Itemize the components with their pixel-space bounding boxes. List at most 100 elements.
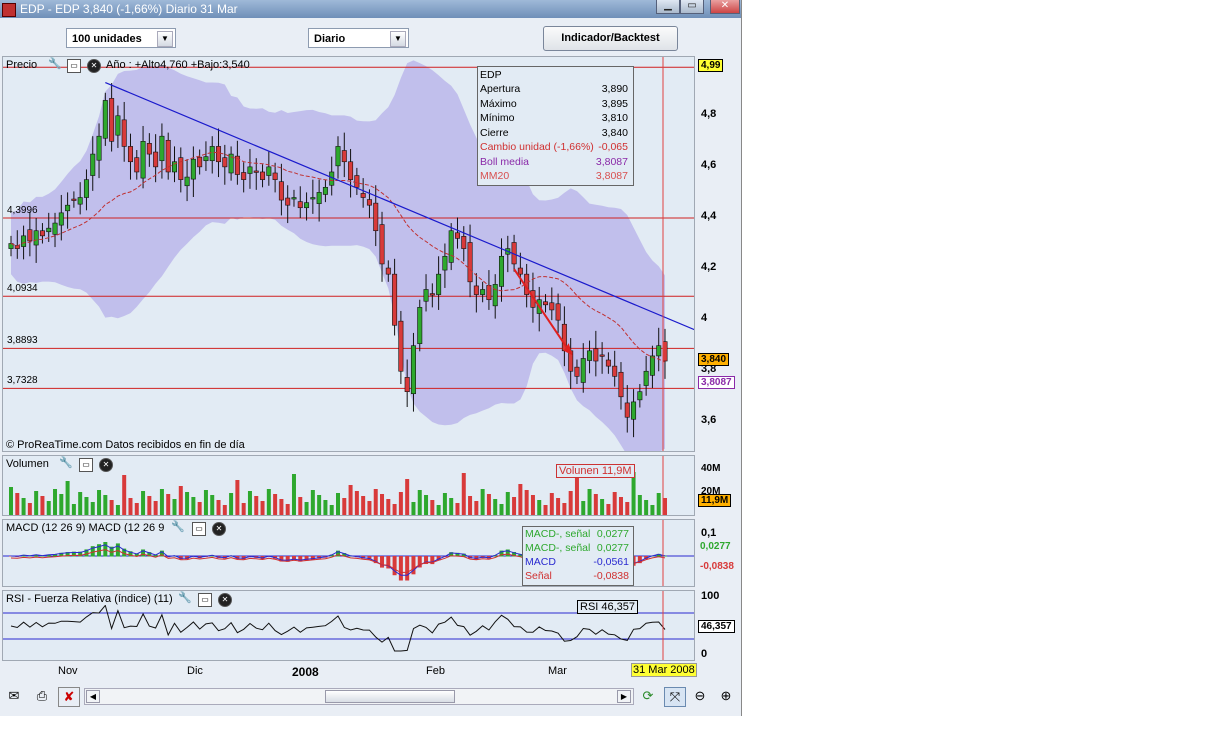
top-price-tag: 4,99	[698, 59, 724, 73]
units-select[interactable]: 100 unidades ▼	[66, 28, 176, 48]
macd-tick: 0,1	[701, 527, 717, 539]
minimize-button[interactable]: ▁	[656, 0, 680, 14]
macd-row: MACD -0,0561	[525, 556, 631, 568]
info-label: Cambio unidad (-1,66%)	[480, 141, 594, 153]
volume-bar	[405, 479, 410, 515]
mail-icon[interactable]: ✉	[4, 687, 24, 705]
volume-bar	[336, 493, 340, 515]
volume-bar	[27, 503, 32, 515]
printer-icon[interactable]: ⎙	[32, 687, 52, 705]
candle-body	[360, 193, 366, 198]
volume-bar	[273, 494, 278, 515]
refresh-icon[interactable]: ⟳	[638, 687, 658, 705]
volume-bar	[9, 487, 13, 515]
volume-bar	[618, 497, 623, 515]
window-icon[interactable]: ▭	[79, 458, 93, 472]
volume-bar	[530, 495, 535, 515]
candle-body	[366, 199, 372, 206]
scroll-left-icon[interactable]: ◀	[86, 690, 100, 703]
price-tick: 4,2	[701, 261, 717, 274]
volume-bar	[354, 491, 359, 515]
volume-panel[interactable]: Volumen 🔧 ▭ ✕ Volunen 11,9M	[2, 455, 695, 516]
window-icon[interactable]: ▭	[192, 522, 206, 536]
candle-body	[253, 170, 259, 173]
volume-bar	[449, 498, 454, 515]
rsi-last-tag: 46,357	[698, 620, 735, 633]
x-label-dic: Dic	[187, 665, 203, 677]
macd-row: MACD-, señal 0,0277	[525, 542, 631, 554]
support-line-label: 4,0934	[7, 283, 38, 295]
wrench-icon[interactable]: 🔧	[171, 522, 185, 534]
last-price-tag: 3,840	[698, 353, 730, 367]
rsi-tick-100: 100	[701, 590, 720, 602]
candle-body	[39, 230, 45, 237]
info-value: 3,890	[601, 83, 628, 95]
volume-bar	[71, 504, 76, 515]
candle-body	[209, 146, 215, 162]
zoom-out-icon[interactable]: ⊖	[690, 687, 710, 705]
candle-body	[574, 366, 580, 377]
indicator-backtest-button[interactable]: Indicador/Backtest	[543, 26, 678, 51]
close-button[interactable]: ✕	[710, 0, 740, 14]
wrench-icon[interactable]: 🔧	[48, 59, 62, 71]
price-y-axis: 4,8 4,6 4,4 4,2 4 3,8 3,6	[695, 56, 741, 452]
volume-bar	[178, 486, 183, 515]
chevron-down-icon[interactable]: ▼	[157, 31, 173, 47]
close-panel-icon[interactable]: ✕	[212, 522, 226, 536]
volume-panel-title: Volumen	[6, 458, 49, 470]
zoom-in-icon[interactable]: ⊕	[716, 687, 736, 705]
macd-label: MACD-, señal	[525, 528, 591, 540]
maximize-button[interactable]: ▭	[680, 0, 704, 14]
candle-body	[354, 175, 360, 188]
volume-bar	[442, 493, 447, 515]
rsi-line	[10, 604, 666, 652]
volume-bar	[304, 502, 309, 515]
close-panel-icon[interactable]: ✕	[218, 593, 232, 607]
volume-bar	[285, 504, 290, 515]
macd-row: Señal -0,0838	[525, 570, 631, 582]
volume-bar	[203, 490, 208, 515]
period-select[interactable]: Diario ▼	[308, 28, 409, 48]
macd-y-axis: 0,1	[695, 519, 741, 587]
price-info-box: EDP Apertura 3,890 Máximo 3,895 Mínimo 3,810 C…	[477, 66, 634, 186]
macd-hist-tag: 0,0277	[700, 541, 731, 552]
candle-body	[52, 222, 58, 235]
volume-bar	[468, 496, 473, 515]
volume-bar	[380, 494, 385, 515]
candle-body	[448, 230, 454, 263]
scroll-right-icon[interactable]: ▶	[617, 690, 631, 703]
candle-body	[304, 202, 310, 209]
volume-bar	[461, 473, 466, 515]
volume-bar	[631, 472, 636, 515]
boll-media-tag: 3,8087	[698, 375, 735, 389]
wrench-icon[interactable]: 🔧	[59, 458, 73, 470]
scroll-thumb[interactable]	[325, 690, 455, 703]
candle-body	[649, 355, 655, 376]
volume-bar	[65, 481, 70, 515]
candle-body	[385, 267, 391, 275]
window-icon[interactable]: ▭	[198, 593, 212, 607]
volume-bar	[637, 495, 642, 515]
zoom-fit-icon[interactable]: ⤧	[664, 687, 686, 707]
volume-bar	[310, 490, 315, 515]
cancel-order-icon[interactable]: ✘	[58, 687, 80, 707]
horizontal-scrollbar[interactable]: ◀ ▶	[84, 688, 634, 705]
data-source-footer: © ProReaTime.com Datos recibidos en fin …	[6, 439, 245, 451]
units-value: 100 unidades	[72, 33, 142, 45]
volume-bar	[417, 490, 422, 515]
candle-body	[71, 198, 77, 201]
candle-body	[222, 157, 228, 168]
candle-body	[624, 402, 630, 418]
wrench-icon[interactable]: 🔧	[178, 593, 192, 605]
chevron-down-icon[interactable]: ▼	[390, 31, 406, 47]
close-panel-icon[interactable]: ✕	[99, 458, 113, 472]
window-icon[interactable]: ▭	[67, 59, 81, 73]
info-label: Boll media	[480, 155, 530, 168]
volume-bar	[474, 501, 479, 515]
rsi-panel[interactable]: RSI - Fuerza Relativa (índice) (11) 🔧 ▭ …	[2, 590, 695, 661]
volume-bar	[115, 505, 120, 515]
volume-bar	[260, 501, 265, 515]
close-panel-icon[interactable]: ✕	[87, 59, 101, 73]
candle-body	[77, 197, 83, 205]
volume-bar	[40, 496, 45, 515]
